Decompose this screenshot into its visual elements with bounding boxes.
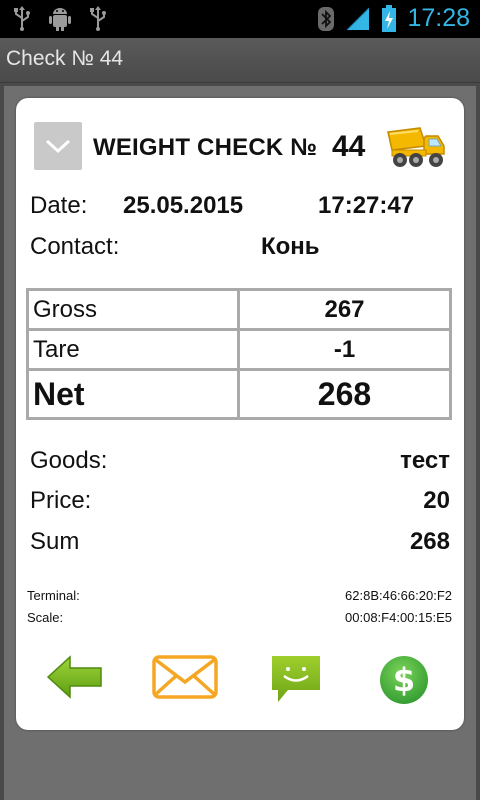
- tare-label: Tare: [26, 328, 240, 372]
- sum-label: Sum: [30, 528, 80, 555]
- terminal-label: Terminal:: [27, 588, 80, 603]
- price-value: 20: [423, 487, 450, 514]
- gross-label: Gross: [26, 287, 240, 332]
- date-value: 25.05.2015: [123, 192, 244, 219]
- table-row: Tare -1: [26, 328, 452, 372]
- scale-label: Scale:: [27, 610, 64, 625]
- expand-button[interactable]: [34, 122, 82, 170]
- bluetooth-icon: [318, 6, 335, 31]
- tare-value: -1: [237, 328, 452, 372]
- net-value: 268: [237, 368, 452, 420]
- check-number: 44: [332, 130, 366, 163]
- date-label: Date:: [30, 192, 88, 219]
- svg-text:$: $: [393, 661, 415, 699]
- usb-icon: [14, 6, 30, 31]
- goods-label: Goods:: [30, 447, 108, 474]
- status-time: 17:28: [407, 4, 470, 32]
- sms-icon[interactable]: [270, 654, 322, 704]
- page-title: Check № 44: [6, 47, 124, 70]
- goods-value: тест: [400, 447, 450, 474]
- terminal-value: 62:8B:46:66:20:F2: [345, 588, 452, 603]
- dollar-icon[interactable]: $: [378, 654, 430, 706]
- check-title: WEIGHT CHECK №: [93, 134, 318, 161]
- check-card: WEIGHT CHECK № 44 Date: 25.05.2015 17:27…: [16, 98, 464, 730]
- contact-label: Contact:: [30, 233, 120, 260]
- usb-icon: [90, 6, 106, 31]
- back-arrow-icon[interactable]: [46, 654, 104, 700]
- dump-truck-icon: [387, 127, 445, 167]
- weights-table: Gross 267 Tare -1 Net 268: [26, 287, 452, 420]
- price-label: Price:: [30, 487, 92, 514]
- chevron-down-icon: [45, 139, 71, 154]
- signal-icon: [347, 7, 370, 30]
- contact-value: Конь: [261, 233, 320, 260]
- email-icon[interactable]: [152, 654, 218, 700]
- net-label: Net: [26, 368, 240, 420]
- time-value: 17:27:47: [318, 192, 415, 219]
- battery-charging-icon: [382, 4, 397, 32]
- sum-value: 268: [409, 528, 450, 555]
- action-bar: Check № 44: [0, 38, 480, 83]
- table-row: Gross 267: [26, 287, 452, 332]
- status-bar: 17:28: [0, 0, 480, 38]
- scale-value: 00:08:F4:00:15:E5: [345, 610, 452, 625]
- content-area: WEIGHT CHECK № 44 Date: 25.05.2015 17:27…: [4, 86, 476, 800]
- gross-value: 267: [237, 287, 452, 332]
- android-debug-icon: [49, 8, 71, 31]
- table-row: Net 268: [26, 368, 452, 420]
